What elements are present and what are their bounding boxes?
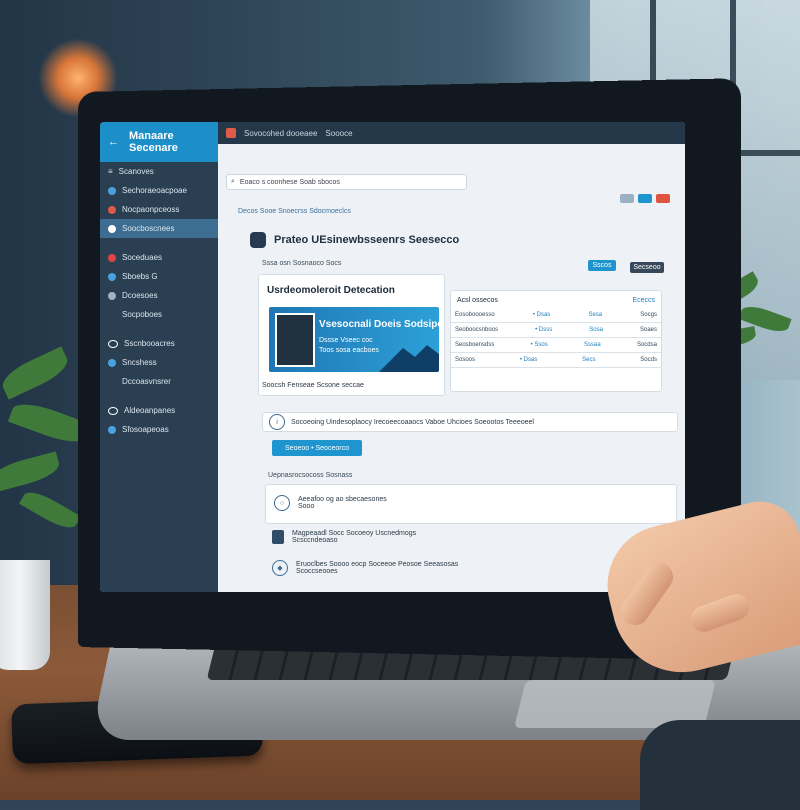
notification-icon[interactable]: [638, 194, 652, 203]
settings-icon: [108, 311, 116, 319]
results-card: Acsl ossecos Ececcs Eosoboooesso • Dsas Se…: [450, 290, 662, 392]
alert-icon: [108, 253, 116, 262]
check-icon: [108, 358, 116, 367]
results-title: Acsl ossecos: [457, 297, 498, 304]
cloud-icon: [108, 272, 116, 281]
sidebar: ← Manaare Secenare ≡ Scanoves Sechoraeoa…: [100, 122, 218, 592]
top-tab-secondary[interactable]: Soooce: [325, 129, 352, 138]
app-icon: [226, 128, 236, 138]
search-icon: ⌕: [231, 178, 235, 185]
sidebar-item[interactable]: Soceduaes: [100, 248, 218, 267]
table-row[interactable]: Eosoboooesso • Dsas Sesa Socgs: [451, 308, 661, 323]
image-thumbnail: [275, 313, 315, 367]
action-button[interactable]: Seoeoo • Seoceorco: [272, 440, 362, 456]
shield-icon: [108, 406, 118, 415]
card-footer: Soocsh Fenseae Scsone seccae: [262, 382, 364, 389]
sidebar-item[interactable]: Aldeoanpanes: [100, 401, 218, 420]
sidebar-title: Manaare Secenare: [129, 130, 178, 154]
table-row[interactable]: Seosboensdss • Ssos Sssaa Socdsa: [451, 338, 661, 353]
mountain-graphic: [379, 345, 439, 372]
page-title: Prateo UEsinewbsseenrs Seesecco: [250, 232, 459, 248]
info-icon: i: [269, 414, 285, 430]
eye-icon: [108, 339, 118, 348]
detection-card: Usrdeomoleroit Detecation Vsesocnali Doe…: [258, 274, 445, 396]
user-icon: [108, 224, 116, 233]
search-input[interactable]: ⌕ Eoaco s coonhese Soab sbocos: [226, 174, 467, 190]
section-label: Uepnasrocsocoss Sosnass: [268, 472, 353, 479]
secondary-button[interactable]: Secseoo: [630, 262, 664, 273]
sidebar-item[interactable]: Dcoesoes: [100, 286, 218, 305]
sidebar-item[interactable]: Socpoboes: [100, 305, 218, 324]
list-item[interactable]: ○ Aeeafoo og ao sbecaesones Sooo: [274, 495, 387, 511]
breadcrumb: Decos Sooe Snoecrss Sdocmoeclcs: [238, 208, 351, 215]
top-bar: Sovocohed dooeaee Soooce: [218, 122, 685, 144]
badge-icon: ○: [274, 495, 290, 511]
sidebar-header[interactable]: ← Manaare Secenare: [100, 122, 218, 162]
sleeve: [640, 720, 800, 810]
document-icon: [108, 291, 116, 300]
list-item[interactable]: ◆ Eruoclbes Soooo eocp Soceeoe Peosoe Se…: [272, 560, 458, 576]
sidebar-item[interactable]: Sfosoapeoas: [100, 420, 218, 439]
gear-icon: [108, 425, 116, 434]
results-link[interactable]: Ececcs: [632, 297, 655, 304]
menu-icon: ≡: [108, 167, 113, 176]
image-headline: Vsesocnali Doeis Sodsipes: [319, 319, 439, 330]
document-icon: [272, 530, 284, 544]
list-icon: [108, 378, 116, 386]
info-bar[interactable]: i Socoeoing Uindesoplaocy Irecoeecoaaocs…: [262, 412, 678, 432]
back-arrow-icon[interactable]: ←: [108, 136, 119, 148]
sidebar-item[interactable]: ≡ Scanoves: [100, 162, 218, 181]
user-icon: [108, 186, 116, 195]
card-title: Usrdeomoleroit Detecation: [267, 285, 395, 296]
sidebar-item[interactable]: Nocpaonpceoss: [100, 200, 218, 219]
list-card[interactable]: ○ Aeeafoo og ao sbecaesones Sooo: [265, 484, 677, 524]
image-line: Toos sosa eacboes: [319, 347, 379, 354]
sidebar-item[interactable]: Sboebs G: [100, 267, 218, 286]
sidebar-item-active[interactable]: Soocboscnees: [100, 219, 218, 238]
table-row[interactable]: Seoboocsnboos • Dsss Sosa Soaes: [451, 323, 661, 338]
sub-tabs[interactable]: Sssa osn Sosnaoco Socs: [262, 260, 341, 267]
shield-icon: [250, 232, 266, 248]
shield-icon: ◆: [272, 560, 288, 576]
sidebar-item[interactable]: Dccoasvnsrer: [100, 372, 218, 391]
sidebar-item[interactable]: Sncshess: [100, 353, 218, 372]
primary-button[interactable]: Sscos: [588, 260, 616, 271]
sidebar-item[interactable]: Sechoraeoacpoae: [100, 181, 218, 200]
image-line: Dssse Vseec coc: [319, 337, 373, 344]
table-row[interactable]: Sosoos • Dsas Secs Socds: [451, 353, 661, 368]
folder-icon: [108, 205, 116, 214]
close-icon[interactable]: [656, 194, 670, 203]
top-tab[interactable]: Sovocohed dooeaee: [244, 129, 317, 138]
list-item[interactable]: Magpeaadl Socc Socoeoy Uscnedmogs Scsccn…: [272, 530, 416, 544]
laptop-screen: ← Manaare Secenare ≡ Scanoves Sechoraeoa…: [100, 122, 685, 592]
window-control-icon[interactable]: [620, 194, 634, 203]
sidebar-item[interactable]: Sscnbooacres: [100, 334, 218, 353]
card-image[interactable]: Vsesocnali Doeis Sodsipes Dssse Vseec co…: [269, 307, 439, 372]
